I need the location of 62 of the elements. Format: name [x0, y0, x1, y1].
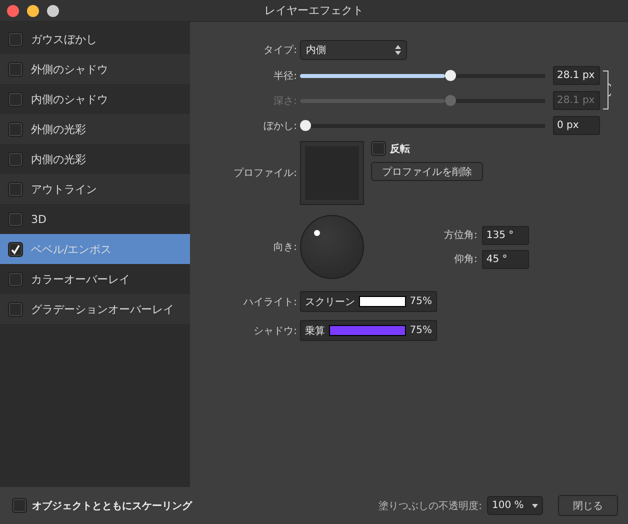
- effect-label: 内側の光彩: [31, 152, 86, 166]
- checkbox[interactable]: [8, 242, 23, 256]
- effect-item[interactable]: 外側の光彩: [0, 114, 190, 144]
- minimize-icon[interactable]: [27, 5, 39, 17]
- effect-item[interactable]: グラデーションオーバーレイ: [0, 294, 190, 324]
- elevation-label: 仰角:: [453, 253, 478, 266]
- effect-label: グラデーションオーバーレイ: [31, 302, 174, 316]
- blend-label: シャドウ:: [252, 324, 298, 338]
- effect-item[interactable]: 外側のシャドウ: [0, 54, 190, 84]
- slider-label: ぼかし:: [262, 120, 298, 132]
- value-field[interactable]: 0 px: [553, 116, 600, 135]
- checkbox[interactable]: [8, 92, 23, 106]
- remove-profile-button[interactable]: プロファイルを削除: [371, 162, 483, 181]
- effect-label: 3D: [31, 212, 46, 226]
- checkbox[interactable]: [8, 62, 23, 76]
- profile-preview[interactable]: [300, 141, 364, 205]
- azimuth-field[interactable]: 135 °: [482, 226, 530, 244]
- azimuth-label: 方位角:: [444, 228, 478, 242]
- stepper-icon: [395, 45, 401, 55]
- window-title: レイヤーエフェクト: [264, 3, 364, 18]
- effect-label: アウトライン: [31, 182, 97, 196]
- checkbox[interactable]: [8, 212, 23, 226]
- caret-icon: [532, 504, 538, 508]
- effect-label: 外側のシャドウ: [31, 62, 108, 76]
- slider-thumb[interactable]: [300, 120, 311, 131]
- checkbox[interactable]: [8, 32, 23, 46]
- effect-label: ガウスぼかし: [31, 32, 97, 46]
- checkbox[interactable]: [8, 152, 23, 166]
- checkbox[interactable]: [8, 122, 23, 136]
- slider-thumb[interactable]: [445, 70, 456, 81]
- effect-label: 外側の光彩: [31, 122, 86, 136]
- close-button[interactable]: 閉じる: [558, 495, 618, 516]
- value-field: 28.1 px: [553, 91, 600, 110]
- slider-label: 半径:: [272, 70, 298, 82]
- checkbox[interactable]: [8, 302, 23, 316]
- type-select[interactable]: 内側: [300, 40, 407, 60]
- blend-control[interactable]: 乗算 75%: [300, 320, 437, 341]
- direction-label: 向き:: [272, 241, 298, 254]
- effect-item[interactable]: アウトライン: [0, 174, 190, 204]
- value-field[interactable]: 28.1 px: [553, 66, 600, 85]
- close-icon[interactable]: [7, 5, 19, 17]
- blend-label: ハイライト:: [242, 296, 298, 308]
- checkbox[interactable]: [8, 272, 23, 286]
- effect-label: ベベル/エンボス: [31, 242, 112, 256]
- zoom-icon[interactable]: [47, 5, 59, 17]
- profile-label: プロファイル:: [232, 166, 298, 180]
- fill-opacity-label: 塗りつぶしの不透明度:: [378, 500, 482, 512]
- checkbox[interactable]: [8, 182, 23, 196]
- fill-opacity-dropdown[interactable]: 100 %: [487, 496, 543, 515]
- effect-label: 内側のシャドウ: [31, 92, 108, 106]
- scale-checkbox[interactable]: [12, 498, 27, 513]
- color-swatch[interactable]: [329, 325, 406, 336]
- link-icon[interactable]: [603, 70, 611, 110]
- scale-label: オブジェクトとともにスケーリング: [32, 500, 192, 512]
- invert-checkbox[interactable]: [371, 141, 386, 156]
- effect-label: カラーオーバーレイ: [31, 272, 130, 286]
- slider-label: 深さ:: [272, 94, 298, 108]
- type-label: タイプ:: [262, 44, 298, 57]
- blend-control[interactable]: スクリーン 75%: [300, 291, 437, 312]
- color-swatch[interactable]: [359, 296, 406, 307]
- elevation-field[interactable]: 45 °: [482, 250, 530, 268]
- invert-label: 反転: [390, 142, 410, 156]
